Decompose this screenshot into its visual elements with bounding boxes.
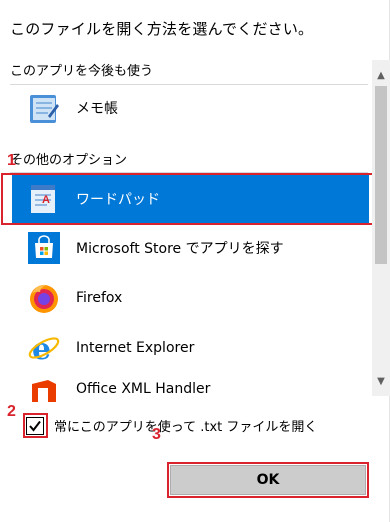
highlight-box-step1 (1, 173, 374, 225)
highlight-box-step2 (23, 413, 48, 438)
always-use-label: 常にこのアプリを使って .txt ファイルを開く (54, 420, 318, 435)
app-item-microsoft-store[interactable]: Microsoft Store でアプリを探す (12, 222, 369, 274)
app-item-office-xml-handler[interactable]: Office XML Handler (12, 372, 369, 402)
app-item-notepad[interactable]: メモ帳 (12, 82, 369, 134)
step-marker-1: 1 (7, 152, 16, 169)
svg-text:e: e (32, 332, 51, 366)
always-use-option[interactable]: 常にこのアプリを使って .txt ファイルを開く (26, 416, 317, 435)
scroll-up-arrow-icon[interactable]: ▲ (372, 66, 390, 84)
highlight-box-step3 (167, 462, 369, 498)
app-label: Microsoft Store でアプリを探す (76, 241, 284, 257)
step-marker-3: 3 (152, 426, 161, 443)
internet-explorer-icon: e (24, 328, 64, 368)
step-marker-2: 2 (7, 403, 16, 420)
section-label-other-options: その他のオプション (10, 153, 128, 168)
notepad-icon (24, 88, 64, 128)
open-with-dialog: このファイルを開く方法を選んでください。 このアプリを今後も使う メモ帳 その他… (0, 0, 390, 522)
app-label: メモ帳 (76, 101, 118, 117)
office-icon (24, 376, 64, 402)
app-list-scrollbar[interactable]: ▲ ▼ (372, 60, 390, 396)
app-item-firefox[interactable]: Firefox (12, 272, 369, 324)
dialog-title: このファイルを開く方法を選んでください。 (10, 20, 314, 38)
app-label: Internet Explorer (76, 340, 195, 356)
scrollbar-thumb[interactable] (375, 86, 387, 264)
app-item-internet-explorer[interactable]: e Internet Explorer (12, 322, 369, 374)
store-icon (24, 228, 64, 268)
scroll-down-arrow-icon[interactable]: ▼ (372, 372, 390, 390)
app-label: Office XML Handler (76, 381, 211, 397)
app-label: Firefox (76, 290, 123, 306)
firefox-icon (24, 278, 64, 318)
section-label-keep-using: このアプリを今後も使う (10, 64, 154, 79)
